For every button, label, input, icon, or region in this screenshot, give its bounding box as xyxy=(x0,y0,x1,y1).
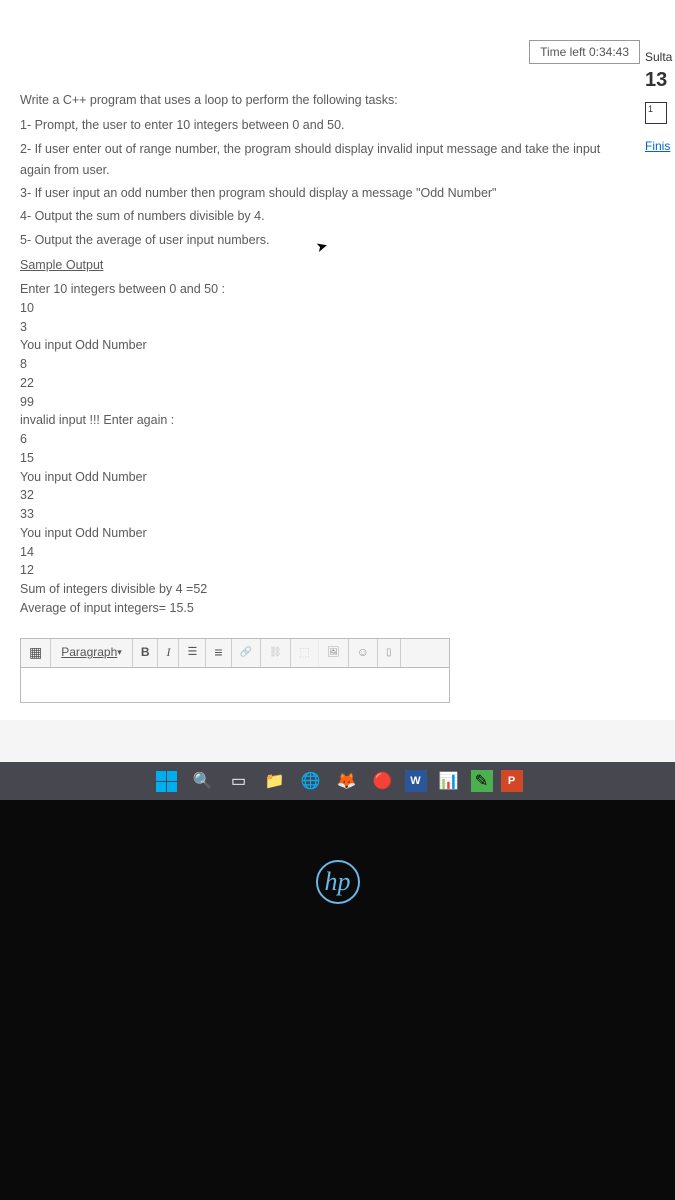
italic-button[interactable]: I xyxy=(158,639,179,667)
bullet-list-button[interactable] xyxy=(179,639,206,667)
question-item: 2- If user enter out of range number, th… xyxy=(20,139,620,182)
image-button[interactable] xyxy=(319,639,349,667)
start-button[interactable] xyxy=(153,767,181,795)
output-line: 8 xyxy=(20,355,620,374)
edge-icon[interactable]: 🌐 xyxy=(297,767,325,795)
powerpoint-icon[interactable]: P xyxy=(501,770,523,792)
html-button[interactable] xyxy=(378,639,401,667)
output-line: 99 xyxy=(20,393,620,412)
bold-button[interactable]: B xyxy=(133,639,159,667)
question-item: 3- If user input an odd number then prog… xyxy=(20,183,620,204)
chrome-icon[interactable]: 🔴 xyxy=(369,767,397,795)
question-nav-box[interactable]: 1 xyxy=(645,102,667,124)
output-line: 32 xyxy=(20,486,620,505)
hp-logo: hp xyxy=(316,860,360,904)
editor-toolbar: Paragraph B I ⬚ xyxy=(20,638,450,668)
unlink-button[interactable] xyxy=(261,639,291,667)
output-line: 15 xyxy=(20,449,620,468)
windows-logo-icon xyxy=(156,771,177,792)
monitor-bezel: hp xyxy=(0,800,675,1200)
output-line: 33 xyxy=(20,505,620,524)
output-line: 14 xyxy=(20,543,620,562)
editor-textarea[interactable] xyxy=(20,668,450,703)
timer-box: Time left 0:34:43 xyxy=(529,40,640,64)
output-line: Enter 10 integers between 0 and 50 : xyxy=(20,280,620,299)
spacer-button: ⬚ xyxy=(291,639,319,667)
numbered-list-button[interactable] xyxy=(206,639,231,667)
output-line: 3 xyxy=(20,318,620,337)
output-line: You input Odd Number xyxy=(20,468,620,487)
toolbar-grid-icon[interactable] xyxy=(21,639,51,667)
side-number: 13 xyxy=(645,69,675,92)
output-line: 12 xyxy=(20,561,620,580)
side-label: Sulta xyxy=(645,50,675,64)
output-line: 6 xyxy=(20,430,620,449)
finish-link[interactable]: Finis xyxy=(645,139,675,153)
link-button[interactable] xyxy=(232,639,261,667)
output-line: You input Odd Number xyxy=(20,336,620,355)
app-icon[interactable]: 📊 xyxy=(435,767,463,795)
task-view-icon[interactable]: ▭ xyxy=(225,767,253,795)
question-body: Write a C++ program that uses a loop to … xyxy=(20,90,620,703)
app-icon-2[interactable]: ✎ xyxy=(471,770,493,792)
output-line: You input Odd Number xyxy=(20,524,620,543)
windows-taskbar: 🔍 ▭ 📁 🌐 🦊 🔴 W 📊 ✎ P xyxy=(0,762,675,800)
timer-text: Time left 0:34:43 xyxy=(540,45,629,59)
output-line: 10 xyxy=(20,299,620,318)
emoji-button[interactable] xyxy=(349,639,378,667)
output-line: 22 xyxy=(20,374,620,393)
search-icon[interactable]: 🔍 xyxy=(189,767,217,795)
paragraph-dropdown[interactable]: Paragraph xyxy=(51,639,133,667)
word-icon[interactable]: W xyxy=(405,770,427,792)
side-panel: Sulta 13 1 Finis xyxy=(645,50,675,153)
output-line: invalid input !!! Enter again : xyxy=(20,411,620,430)
firefox-icon[interactable]: 🦊 xyxy=(333,767,361,795)
question-content: Time left 0:34:43 Sulta 13 1 Finis Write… xyxy=(0,0,675,720)
output-line: Average of input integers= 15.5 xyxy=(20,599,620,618)
file-explorer-icon[interactable]: 📁 xyxy=(261,767,289,795)
question-intro: Write a C++ program that uses a loop to … xyxy=(20,90,620,111)
question-item: 4- Output the sum of numbers divisible b… xyxy=(20,206,620,227)
question-item: 1- Prompt, the user to enter 10 integers… xyxy=(20,115,620,136)
output-line: Sum of integers divisible by 4 =52 xyxy=(20,580,620,599)
sample-output-heading: Sample Output xyxy=(20,255,620,276)
paragraph-label: Paragraph xyxy=(61,642,117,662)
